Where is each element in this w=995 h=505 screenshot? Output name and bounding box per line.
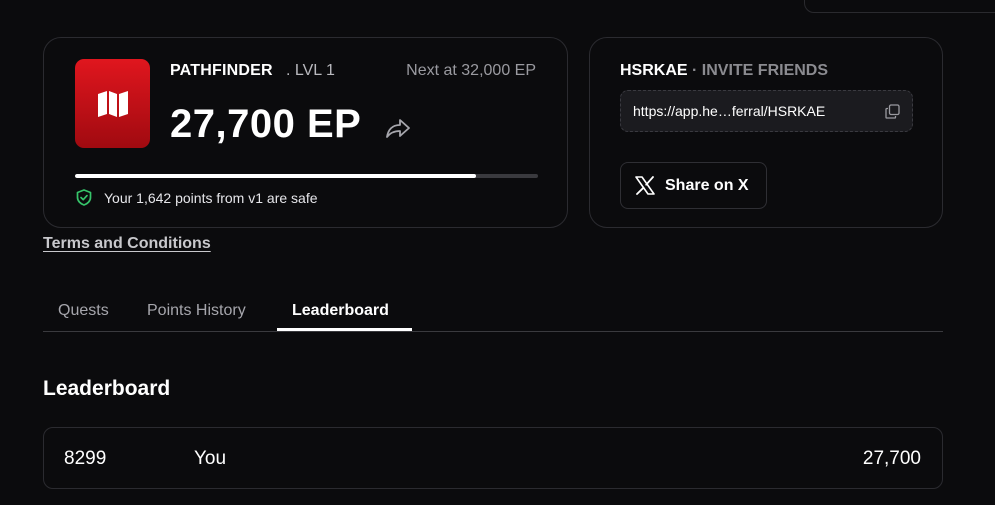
- ep-total: 27,700 EP: [170, 102, 362, 146]
- level-progress-fill: [75, 174, 476, 178]
- share-on-x-label: Share on X: [665, 176, 749, 194]
- tab-bar: Quests Points History Leaderboard: [43, 295, 943, 332]
- rank-card: PATHFINDER . LVL 1 Next at 32,000 EP 27,…: [43, 37, 568, 228]
- rank-level: . LVL 1: [286, 62, 335, 79]
- leaderboard-row: 8299 You 27,700: [43, 427, 943, 489]
- x-logo-icon: [635, 176, 655, 195]
- leaderboard-name: You: [194, 448, 227, 469]
- next-level-target: Next at 32,000 EP: [406, 62, 536, 79]
- referral-code: HSRKAE: [620, 62, 688, 79]
- v1-points-notice: Your 1,642 points from v1 are safe: [76, 189, 318, 206]
- rank-title: PATHFINDER: [170, 62, 273, 79]
- invite-card: HSRKAE · INVITE FRIENDS https://app.he…f…: [589, 37, 943, 228]
- referral-link-field[interactable]: https://app.he…ferral/HSRKAE: [620, 90, 913, 132]
- active-tab-indicator: [277, 328, 412, 331]
- tab-leaderboard[interactable]: Leaderboard: [292, 302, 389, 320]
- copy-icon[interactable]: [885, 104, 900, 119]
- tab-points-history[interactable]: Points History: [147, 302, 246, 320]
- rank-badge: [75, 59, 150, 148]
- leaderboard-rank: 8299: [64, 448, 107, 469]
- leaderboard-points: 27,700: [862, 448, 921, 469]
- top-panel-fragment: [804, 0, 995, 13]
- shield-check-icon: [76, 189, 92, 206]
- v1-points-text: Your 1,642 points from v1 are safe: [104, 189, 318, 206]
- tab-quests[interactable]: Quests: [58, 302, 109, 320]
- leaderboard-title: Leaderboard: [43, 377, 171, 400]
- map-icon: [97, 90, 128, 117]
- invite-heading: HSRKAE · INVITE FRIENDS: [620, 62, 828, 80]
- invite-label: · INVITE FRIENDS: [687, 62, 829, 79]
- share-arrow-icon[interactable]: [384, 116, 412, 140]
- level-progress-bar: [75, 174, 538, 178]
- referral-link-text: https://app.he…ferral/HSRKAE: [633, 103, 826, 119]
- terms-link[interactable]: Terms and Conditions: [43, 235, 211, 253]
- share-on-x-button[interactable]: Share on X: [620, 162, 767, 209]
